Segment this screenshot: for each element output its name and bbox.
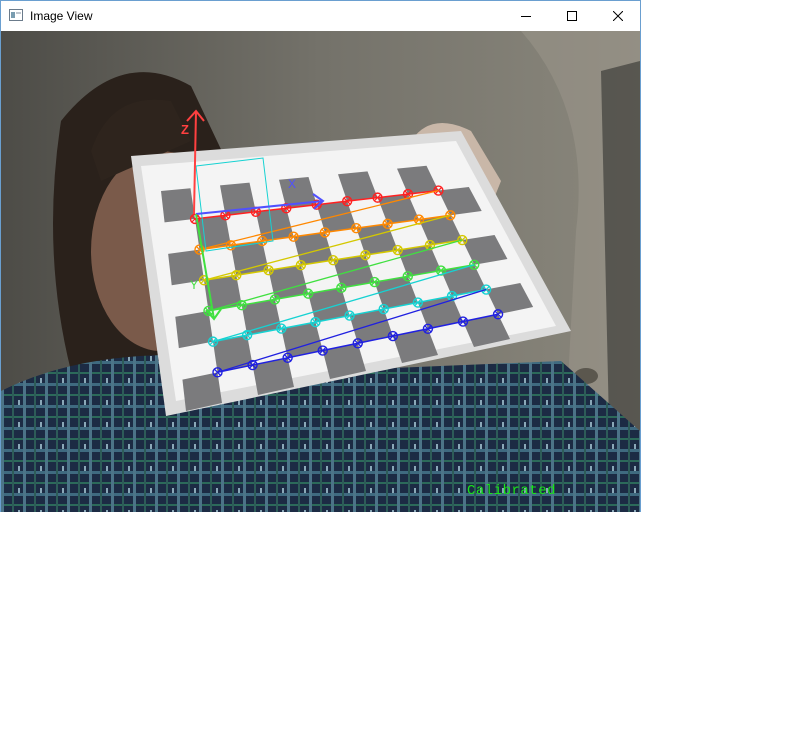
app-icon <box>9 9 23 21</box>
minimize-button[interactable] <box>503 1 549 31</box>
checker-square <box>168 249 204 286</box>
maximize-button[interactable] <box>549 1 595 31</box>
checker-square <box>161 188 195 223</box>
title-bar[interactable]: Image View <box>1 1 640 31</box>
maximize-icon <box>567 11 577 21</box>
calibration-status: Calibrated <box>467 483 557 499</box>
minimize-icon <box>521 16 531 17</box>
x-axis-label: X <box>288 177 296 191</box>
checker-square <box>175 310 213 349</box>
camera-frame: Z X Y <box>1 31 640 512</box>
close-icon <box>613 11 623 21</box>
camera-image: Z X Y Calibrated <box>1 31 640 512</box>
close-button[interactable] <box>595 1 641 31</box>
z-axis-label: Z <box>181 122 189 137</box>
y-axis-label: Y <box>190 278 198 292</box>
image-view-window: Image View Z X Y Calibrated <box>0 0 641 512</box>
window-title: Image View <box>30 9 93 23</box>
